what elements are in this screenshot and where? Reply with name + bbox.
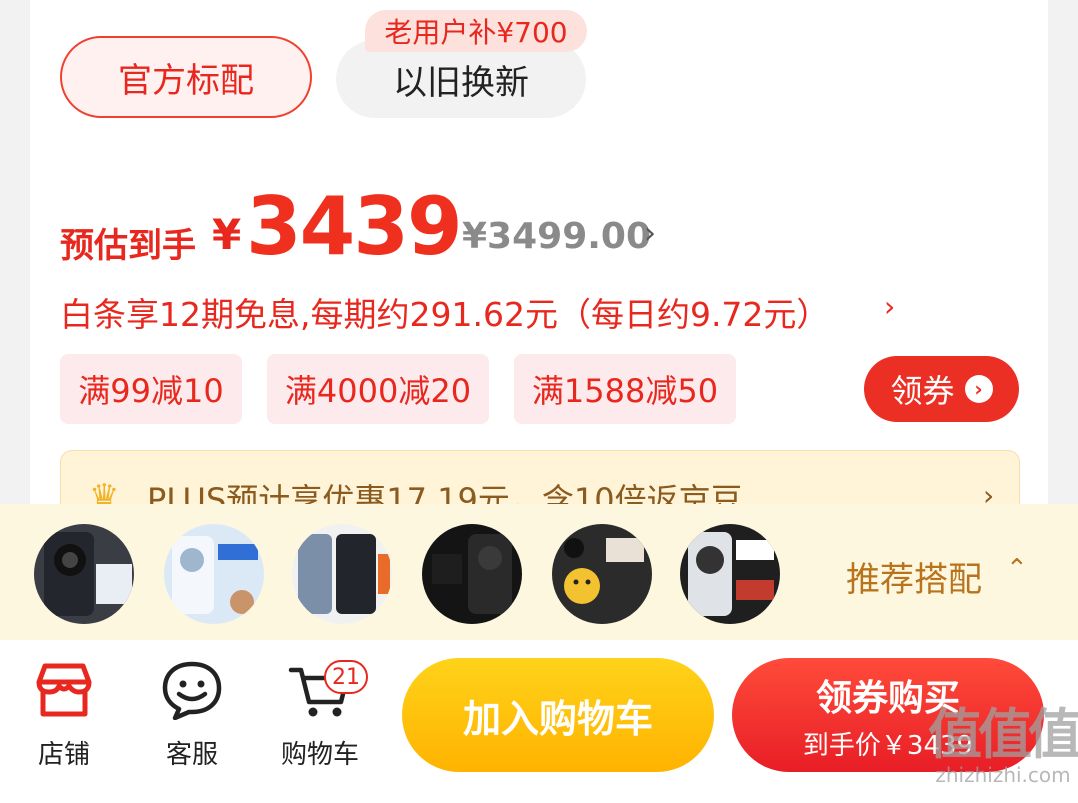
coupon-label: 满4000减20 xyxy=(284,372,472,410)
tab-trade-in-label: 以旧换新 xyxy=(393,62,529,103)
cart-nav-button[interactable]: 21 购物车 xyxy=(270,660,370,771)
recommended-item[interactable] xyxy=(164,524,264,624)
trade-in-subsidy-text: 老用户补¥700 xyxy=(384,16,568,49)
recommended-bundle-strip: 推荐搭配 ⌃ xyxy=(0,504,1078,640)
recommended-item[interactable] xyxy=(422,524,522,624)
original-price[interactable]: ¥3499.00 xyxy=(462,216,651,257)
watermark-url: zhizhizhi.com xyxy=(935,763,1071,787)
estimated-price-label: 预估到手 xyxy=(60,226,196,266)
recommended-item[interactable] xyxy=(34,524,134,624)
customer-service-nav-label: 客服 xyxy=(165,740,218,770)
recommended-item[interactable] xyxy=(552,524,652,624)
coupon-tag[interactable]: 满99减10 xyxy=(60,354,242,424)
phone-case-thumbnail xyxy=(292,524,392,624)
recommended-item[interactable] xyxy=(680,524,780,624)
price-row: 预估到手 ¥ 3439 ¥3499.00 › xyxy=(60,180,760,273)
phone-case-thumbnail xyxy=(164,524,264,624)
watermark-logo: 值值值 xyxy=(928,703,1078,766)
add-to-cart-button[interactable]: 加入购物车 xyxy=(402,658,714,772)
phone-case-thumbnail xyxy=(34,524,134,624)
phone-case-thumbnail xyxy=(552,524,652,624)
bottom-action-bar: 店铺 客服 21 购物车 加入购物车 领券购买 到手价￥3439 xyxy=(0,640,1078,803)
original-price-arrow-icon[interactable]: › xyxy=(644,216,656,251)
product-detail-page: 官方标配 以旧换新 老用户补¥700 预估到手 ¥ 3439 ¥3499.00 … xyxy=(0,0,1078,803)
customer-service-nav-button[interactable]: 客服 xyxy=(142,660,242,771)
coupon-label: 满99减10 xyxy=(78,372,224,410)
add-to-cart-label: 加入购物车 xyxy=(462,696,653,741)
coupon-tag[interactable]: 满4000减20 xyxy=(267,354,489,424)
store-nav-button[interactable]: 店铺 xyxy=(14,660,114,771)
claim-coupon-button[interactable]: 领券 › xyxy=(864,356,1019,422)
estimated-price-value: 3439 xyxy=(246,180,463,273)
coupon-tag[interactable]: 满1588减50 xyxy=(514,354,736,424)
claim-coupon-label: 领券 xyxy=(890,372,955,410)
recommended-bundle-label[interactable]: 推荐搭配 xyxy=(846,552,982,601)
installment-info[interactable]: 白条享12期免息,每期约291.62元（每日约9.72元） xyxy=(60,288,829,336)
price-currency: ¥ xyxy=(212,210,242,259)
trade-in-subsidy-badge: 老用户补¥700 xyxy=(365,10,587,52)
tab-official-label: 官方标配 xyxy=(118,60,254,101)
tab-official-standard[interactable]: 官方标配 xyxy=(60,36,312,118)
chevron-up-icon[interactable]: ⌃ xyxy=(1006,554,1028,584)
store-icon xyxy=(36,663,92,717)
installment-arrow-icon[interactable]: › xyxy=(884,290,895,323)
coupon-label: 满1588减50 xyxy=(531,372,719,410)
phone-case-thumbnail xyxy=(422,524,522,624)
customer-service-icon xyxy=(162,661,222,721)
cart-count-badge: 21 xyxy=(324,660,368,694)
store-nav-label: 店铺 xyxy=(37,740,90,770)
watermark: 值值值 zhizhizhi.com xyxy=(928,690,1078,787)
chevron-right-icon: › xyxy=(964,375,993,403)
recommended-item[interactable] xyxy=(292,524,392,624)
phone-case-thumbnail xyxy=(680,524,780,624)
cart-nav-label: 购物车 xyxy=(280,740,359,770)
